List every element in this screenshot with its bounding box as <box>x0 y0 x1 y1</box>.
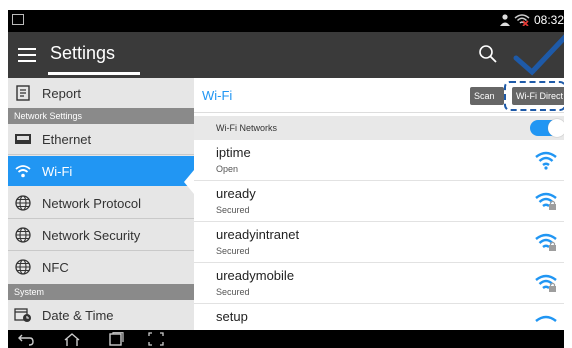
network-row-iptime[interactable]: iptime Open <box>194 140 564 181</box>
sidebar-item-label: NFC <box>42 259 69 275</box>
sidebar-item-nfc[interactable]: NFC <box>8 252 194 282</box>
search-icon[interactable] <box>478 44 498 64</box>
wifi-icon <box>14 162 32 180</box>
sidebar-item-label: Ethernet <box>42 131 92 147</box>
status-bar: 08:32 <box>8 10 564 32</box>
hamburger-menu-icon[interactable] <box>18 48 36 62</box>
toggle-knob <box>548 119 564 137</box>
wifi-toggle[interactable] <box>530 119 564 137</box>
sidebar-item-label: Wi-Fi <box>42 163 73 179</box>
globe-icon <box>14 194 32 212</box>
network-name: ureadyintranet <box>216 227 300 242</box>
page-title: Settings <box>50 43 116 63</box>
highlight-outline <box>504 81 564 111</box>
calendar-clock-icon <box>14 306 32 324</box>
report-icon <box>14 84 32 102</box>
network-status: Secured <box>216 246 250 256</box>
checkmark-icon[interactable] <box>508 34 564 80</box>
ethernet-icon <box>14 130 32 148</box>
sidebar-item-ethernet[interactable]: Ethernet <box>8 124 194 154</box>
globe-icon <box>14 226 32 244</box>
wifi-secured-icon <box>535 274 557 292</box>
home-icon[interactable] <box>64 332 80 346</box>
sidebar-item-label: Network Protocol <box>42 195 141 211</box>
sidebar-item-network-protocol[interactable]: Network Protocol <box>8 188 194 218</box>
clock: 08:32 <box>533 13 564 27</box>
sidebar-item-report[interactable]: Report <box>8 78 194 108</box>
sidebar-item-date-time[interactable]: Date & Time <box>8 300 194 330</box>
notification-icon <box>12 14 24 25</box>
screenshot-icon[interactable] <box>148 332 164 346</box>
selection-pointer <box>184 170 194 194</box>
sidebar-item-wifi[interactable]: Wi-Fi <box>8 156 194 186</box>
sidebar-item-label: Report <box>42 85 82 101</box>
network-name: ureadymobile <box>216 268 295 283</box>
network-row-uready[interactable]: uready Secured <box>194 181 564 222</box>
recent-apps-icon[interactable] <box>108 332 124 346</box>
network-status: Secured <box>216 287 250 297</box>
network-name: setup <box>216 309 248 324</box>
navigation-bar <box>8 330 564 348</box>
wifi-networks-header: Wi-Fi Networks <box>194 116 564 140</box>
status-indicators: 08:32 <box>499 13 564 27</box>
wifi-networks-label: Wi-Fi Networks <box>216 123 277 133</box>
network-name: uready <box>216 186 256 201</box>
sidebar-item-label: Network Security <box>42 227 141 243</box>
network-name: iptime <box>216 145 251 160</box>
content-header: Wi-Fi Scan Wi-Fi Direct <box>194 78 564 113</box>
wifi-secured-icon <box>535 233 557 251</box>
title-underline <box>48 72 140 75</box>
globe-icon <box>14 258 32 276</box>
back-icon[interactable] <box>18 332 34 346</box>
divider <box>8 154 194 155</box>
network-status: Open <box>216 164 239 174</box>
wifi-off-status-icon <box>514 14 530 26</box>
section-header-network: Network Settings <box>8 108 194 124</box>
wifi-signal-icon <box>535 151 557 170</box>
settings-sidebar: Report Network Settings Ethernet Wi-Fi N… <box>8 78 194 330</box>
divider <box>8 218 194 219</box>
action-bar: Settings <box>8 32 564 78</box>
divider <box>8 250 194 251</box>
network-status: Secured <box>216 205 250 215</box>
section-header-system: System <box>8 284 194 300</box>
network-row-ureadyintranet[interactable]: ureadyintranet Secured <box>194 222 564 263</box>
scan-button[interactable]: Scan <box>470 87 504 105</box>
wifi-content-panel: Wi-Fi Scan Wi-Fi Direct Wi-Fi Networks i… <box>194 78 564 330</box>
user-icon <box>499 14 510 26</box>
content-title: Wi-Fi <box>202 88 233 103</box>
network-row-ureadymobile[interactable]: ureadymobile Secured <box>194 263 564 304</box>
wifi-secured-icon <box>535 192 557 210</box>
device-screen: 08:32 Settings Report Network Settings E… <box>8 10 564 348</box>
sidebar-item-label: Date & Time <box>42 307 114 323</box>
sidebar-item-network-security[interactable]: Network Security <box>8 220 194 250</box>
